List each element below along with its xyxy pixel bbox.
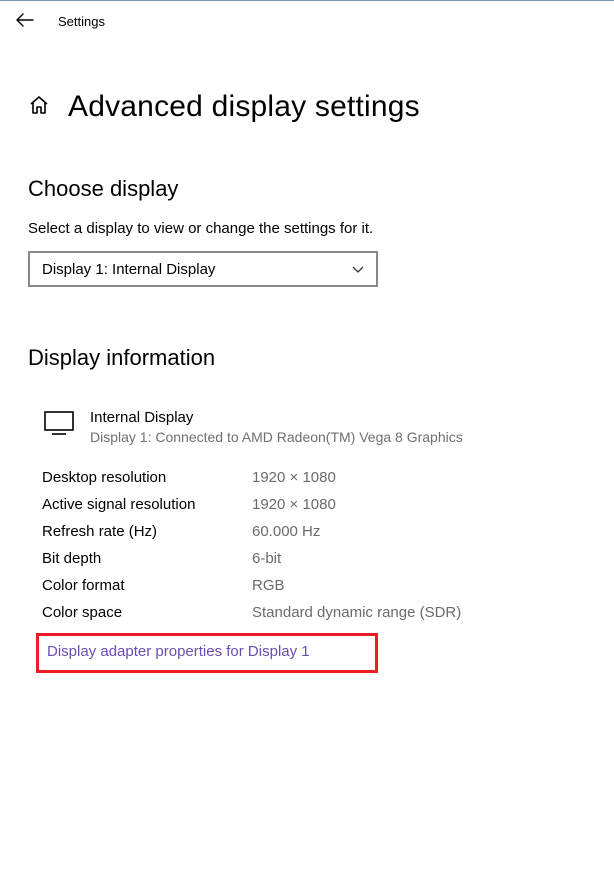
display-subtitle: Display 1: Connected to AMD Radeon(TM) V… bbox=[90, 429, 463, 445]
choose-display-heading: Choose display bbox=[28, 176, 586, 202]
desktop-resolution-value: 1920 × 1080 bbox=[252, 469, 586, 486]
bit-depth-label: Bit depth bbox=[42, 550, 252, 567]
bit-depth-value: 6-bit bbox=[252, 550, 586, 567]
chevron-down-icon bbox=[352, 262, 364, 277]
monitor-icon bbox=[44, 411, 74, 440]
desktop-resolution-label: Desktop resolution bbox=[42, 469, 252, 486]
page-header: Advanced display settings bbox=[28, 90, 586, 124]
home-icon[interactable] bbox=[28, 95, 50, 120]
topbar-title: Settings bbox=[58, 14, 105, 29]
choose-display-desc: Select a display to view or change the s… bbox=[28, 220, 586, 237]
display-info-grid: Desktop resolution 1920 × 1080 Active si… bbox=[28, 469, 586, 621]
display-adapter-properties-link[interactable]: Display adapter properties for Display 1 bbox=[47, 643, 310, 660]
display-select-dropdown[interactable]: Display 1: Internal Display bbox=[28, 251, 378, 287]
top-bar: Settings bbox=[0, 0, 614, 46]
active-resolution-value: 1920 × 1080 bbox=[252, 496, 586, 513]
refresh-rate-label: Refresh rate (Hz) bbox=[42, 523, 252, 540]
highlight-annotation: Display adapter properties for Display 1 bbox=[36, 633, 378, 673]
color-space-label: Color space bbox=[42, 604, 252, 621]
display-information-heading: Display information bbox=[28, 345, 586, 371]
color-format-label: Color format bbox=[42, 577, 252, 594]
color-space-value: Standard dynamic range (SDR) bbox=[252, 604, 586, 621]
display-summary: Internal Display Display 1: Connected to… bbox=[28, 409, 586, 445]
color-format-value: RGB bbox=[252, 577, 586, 594]
page-title: Advanced display settings bbox=[68, 90, 420, 124]
display-select-value: Display 1: Internal Display bbox=[42, 261, 215, 278]
content-area: Advanced display settings Choose display… bbox=[0, 46, 614, 673]
refresh-rate-value: 60.000 Hz bbox=[252, 523, 586, 540]
display-name: Internal Display bbox=[90, 409, 463, 426]
back-arrow-icon[interactable] bbox=[16, 11, 34, 32]
active-resolution-label: Active signal resolution bbox=[42, 496, 252, 513]
